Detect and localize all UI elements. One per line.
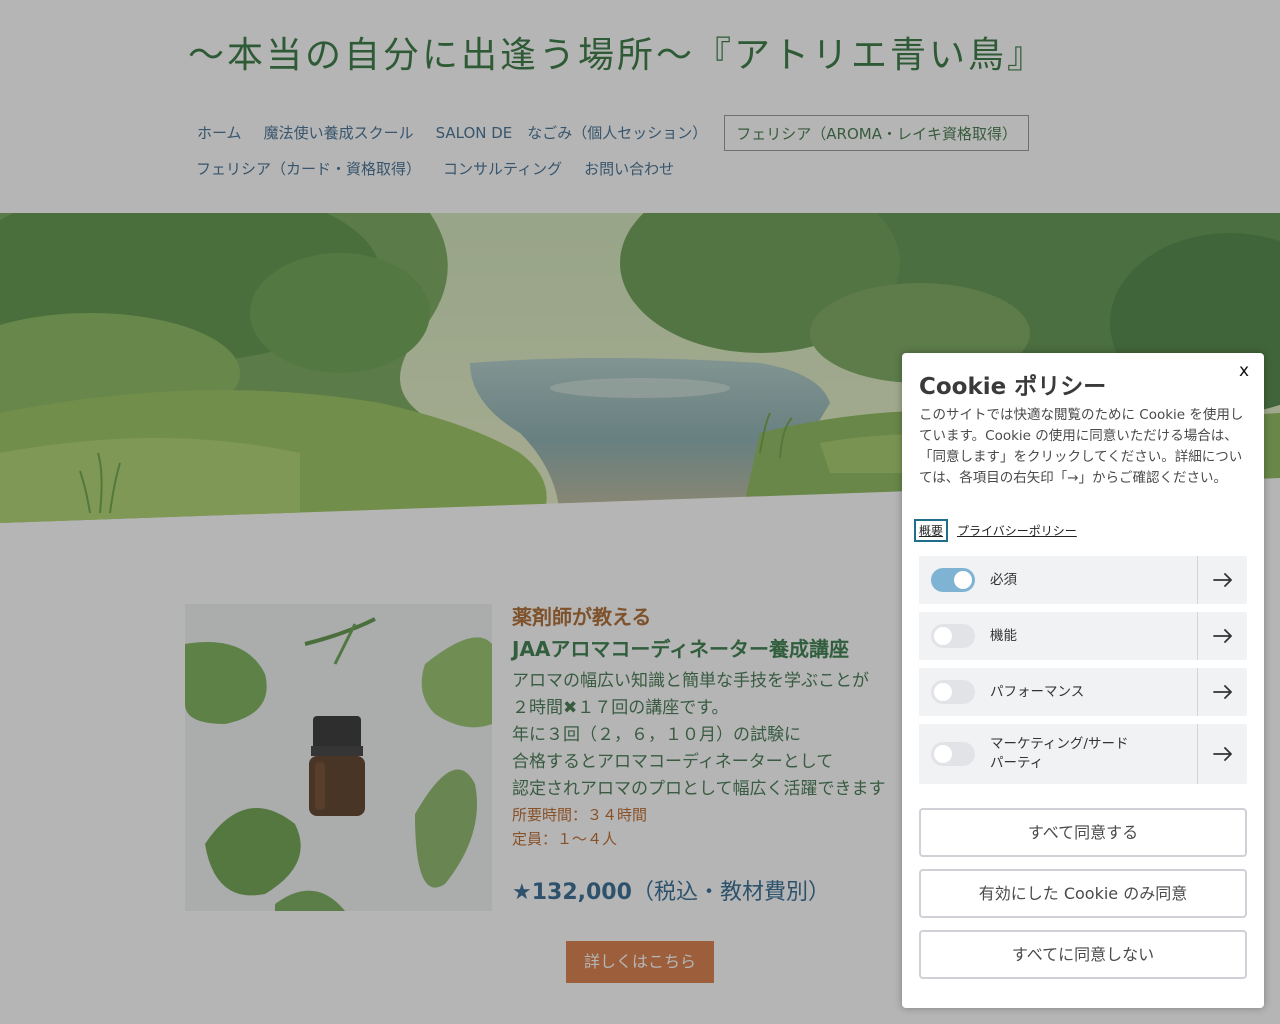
category-label: パフォーマンス xyxy=(990,683,1085,700)
category-label: マーケティング/サードパーティ xyxy=(990,736,1129,771)
close-icon[interactable]: x xyxy=(1234,361,1254,381)
cookie-tabs: 概要 プライバシーポリシー xyxy=(914,519,1077,542)
cookie-description: このサイトでは快適な閲覧のために Cookie を使用しています。Cookie … xyxy=(919,407,1244,486)
cookie-category-list: 必須 機能 パフォーマンス マーケティング/サードパーティ xyxy=(919,556,1247,792)
performance-toggle[interactable] xyxy=(931,680,975,704)
category-label: 機能 xyxy=(990,627,1017,644)
functional-toggle[interactable] xyxy=(931,624,975,648)
accept-selected-button[interactable]: 有効にした Cookie のみ同意 xyxy=(919,869,1247,918)
arrow-right-icon[interactable] xyxy=(1197,668,1247,716)
arrow-right-icon[interactable] xyxy=(1197,612,1247,660)
tab-overview[interactable]: 概要 xyxy=(914,519,949,542)
cookie-category-performance: パフォーマンス xyxy=(919,668,1247,716)
cookie-category-required: 必須 xyxy=(919,556,1247,604)
toggle-knob xyxy=(934,745,952,763)
cookie-category-functional: 機能 xyxy=(919,612,1247,660)
required-toggle[interactable] xyxy=(931,568,975,592)
arrow-right-icon[interactable] xyxy=(1197,724,1247,784)
privacy-policy-link[interactable]: プライバシーポリシー xyxy=(957,522,1077,539)
category-label: 必須 xyxy=(990,571,1017,588)
marketing-toggle[interactable] xyxy=(931,742,975,766)
toggle-knob xyxy=(934,627,952,645)
toggle-knob xyxy=(954,571,972,589)
arrow-right-icon[interactable] xyxy=(1197,556,1247,604)
toggle-knob xyxy=(934,683,952,701)
cookie-category-marketing: マーケティング/サードパーティ xyxy=(919,724,1247,784)
cookie-title: Cookie ポリシー xyxy=(919,374,1107,400)
accept-all-button[interactable]: すべて同意する xyxy=(919,808,1247,857)
reject-all-button[interactable]: すべてに同意しない xyxy=(919,930,1247,979)
cookie-policy-dialog: x Cookie ポリシー このサイトでは快適な閲覧のために Cookie を使… xyxy=(902,353,1264,1008)
